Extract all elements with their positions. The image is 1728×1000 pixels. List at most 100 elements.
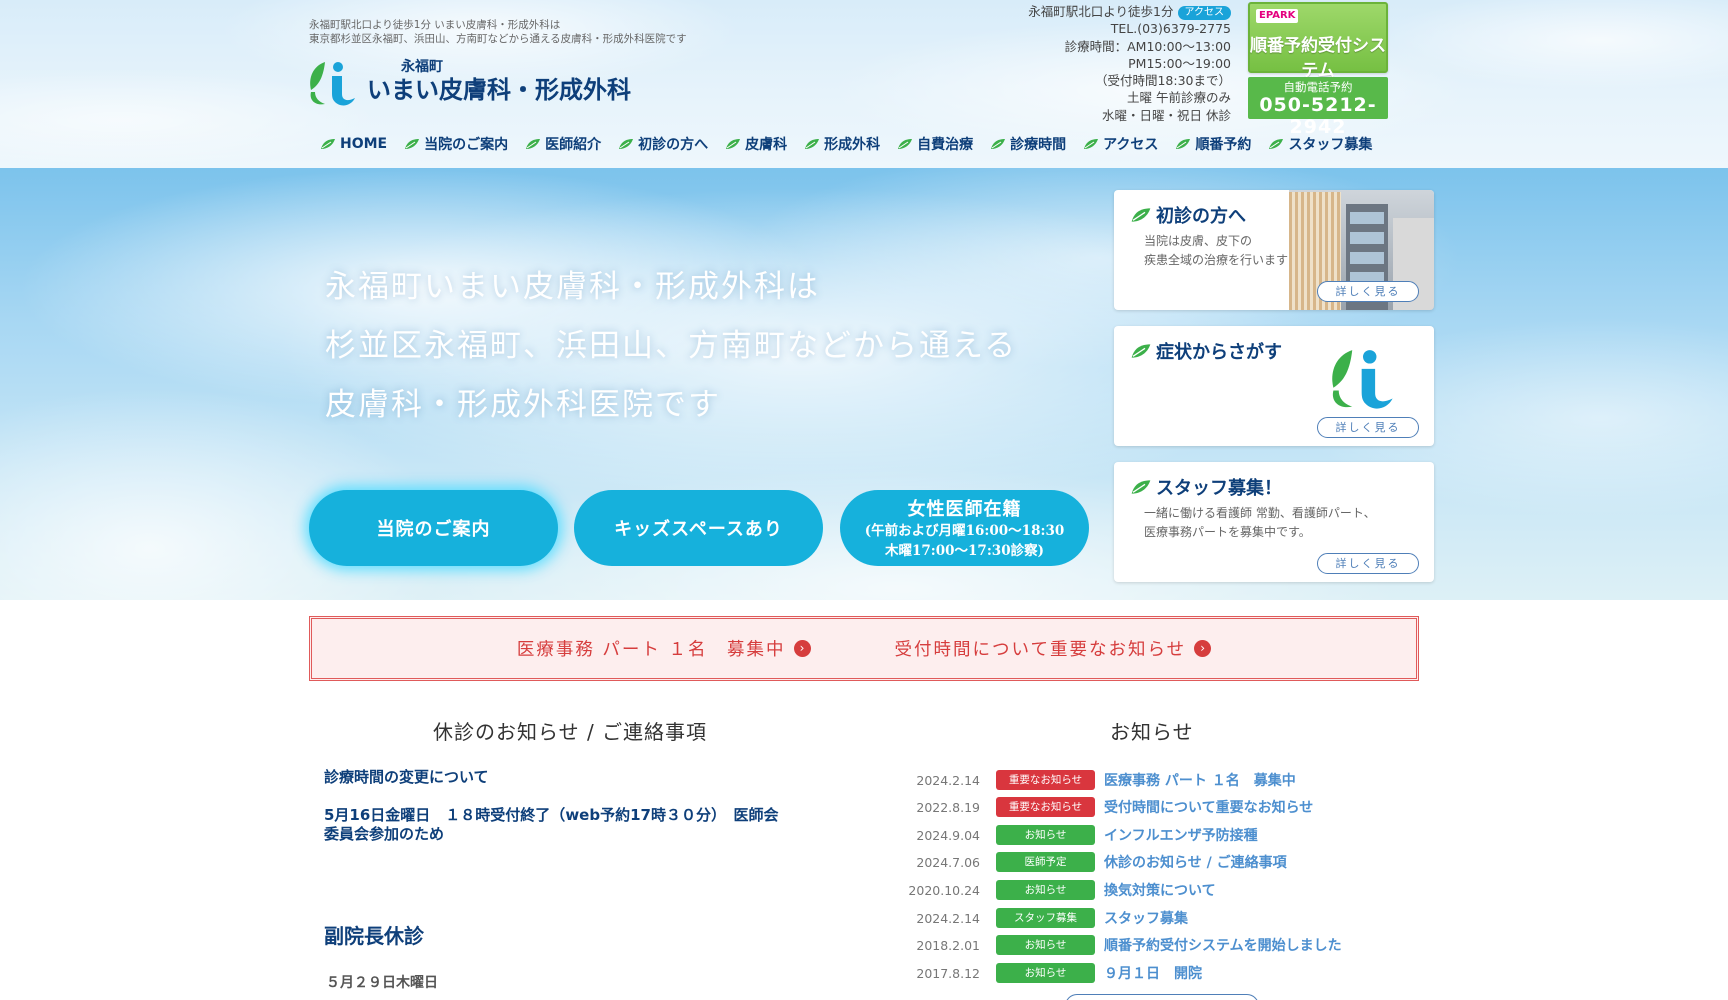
nav-label: 初診の方へ [638,137,709,153]
nav-label: 形成外科 [824,137,881,153]
first-visit-card-text: 当院は皮膚、皮下の 疾患全域の治療を行います [1144,232,1288,270]
female-doctor-schedule-2: 木曜17:00～17:30診察) [884,543,1044,559]
first-visit-card[interactable]: 初診の方へ 当院は皮膚、皮下の 疾患全域の治療を行います 詳しく見る [1114,190,1434,310]
important-notice-banner: 医療事務 パート １名 募集中 › 受付時間について重要なお知らせ › [309,616,1419,681]
nav-label: スタッフ募集 [1288,137,1373,153]
kids-space-button[interactable]: キッズスペースあり [574,490,823,566]
news-date: 2024.7.06 [916,854,980,870]
news-item[interactable]: 2022.8.19 重要なお知らせ 受付時間について重要なお知らせ [906,796,1313,818]
phone-label: 自動電話予約 [1283,80,1353,94]
news-title[interactable]: 順番予約受付システムを開始しました [1104,935,1342,955]
symptom-more-button[interactable]: 詳しく見る [1317,417,1419,438]
news-title[interactable]: インフルエンザ予防接種 [1104,825,1258,845]
nav-about[interactable]: 当院のご案内 [404,134,508,154]
nav-label: アクセス [1103,137,1159,153]
symptom-card-title: 症状からさがす [1130,338,1282,364]
news-title[interactable]: 医療事務 パート １名 募集中 [1104,770,1296,790]
access-badge[interactable]: アクセス [1177,6,1231,20]
notice-link-reception[interactable]: 受付時間について重要なお知らせ › [895,636,1212,661]
leaf-icon [726,139,741,149]
news-badge: お知らせ [996,963,1095,983]
news-item[interactable]: 2018.2.01 お知らせ 順番予約受付システムを開始しました [906,934,1342,956]
leaf-icon [898,139,913,149]
nav-access[interactable]: アクセス [1083,134,1158,154]
closure-date: ５月２９日木曜日 [326,975,438,991]
card-text-line-1: 当院は皮膚、皮下の [1144,234,1253,248]
nav-self-pay[interactable]: 自費治療 [897,134,973,154]
nav-reservation[interactable]: 順番予約 [1175,134,1251,154]
staff-more-button[interactable]: 詳しく見る [1317,553,1419,574]
nav-hours[interactable]: 診療時間 [990,134,1066,154]
leaf-icon [1131,480,1151,494]
symptom-search-card[interactable]: 症状からさがす 詳しく見る [1114,326,1434,446]
info-station: 永福町駅北口より徒歩1分 [1028,4,1174,19]
about-clinic-label: 当院のご案内 [376,519,491,540]
news-more-button[interactable] [1065,994,1259,1000]
hero-copy-line-2: 杉並区永福町、浜田山、方南町などから通える [325,328,1018,364]
card-title-text: スタッフ募集！ [1156,478,1282,499]
news-item[interactable]: 2024.7.06 医師予定 休診のお知らせ / ご連絡事項 [906,851,1287,873]
leaf-icon [1176,139,1191,149]
female-doctor-label: 女性医師在籍 [907,499,1022,520]
news-badge: お知らせ [996,825,1095,845]
news-title[interactable]: 休診のお知らせ / ご連絡事項 [1104,852,1287,872]
nav-label: HOME [340,136,388,152]
staff-card-title: スタッフ募集！ [1130,474,1282,500]
news-item[interactable]: 2024.9.04 お知らせ インフルエンザ予防接種 [906,824,1258,846]
news-badge: 重要なお知らせ [996,770,1095,790]
news-item[interactable]: 2024.2.14 重要なお知らせ 医療事務 パート １名 募集中 [906,769,1296,791]
nav-home[interactable]: HOME [320,134,387,154]
nav-first-visit[interactable]: 初診の方へ [618,134,708,154]
news-date: 2017.8.12 [916,965,980,981]
news-title[interactable]: ９月１日 開院 [1104,963,1202,983]
staff-recruit-card[interactable]: スタッフ募集！ 一緒に働ける看護師 常勤、看護師パート、 医療事務パートを募集中… [1114,462,1434,582]
nav-dermatology[interactable]: 皮膚科 [725,134,787,154]
card-text-line-2: 疾患全域の治療を行います [1144,253,1289,267]
female-doctor-schedule-1: (午前および月曜16:00～18:30 [864,523,1065,539]
news-title[interactable]: 換気対策について [1104,880,1216,900]
first-visit-more-button[interactable]: 詳しく見る [1317,281,1419,302]
site-logo[interactable]: 永福町 いまい皮膚科・形成外科 [305,56,631,108]
leaf-icon [1131,208,1151,222]
news-item[interactable]: 2024.2.14 スタッフ募集 スタッフ募集 [906,907,1188,929]
nav-plastic-surgery[interactable]: 形成外科 [804,134,880,154]
notice-link-recruit[interactable]: 医療事務 パート １名 募集中 › [517,636,811,661]
phone-reservation[interactable]: 自動電話予約 050-5212-2942 [1248,77,1388,138]
news-title[interactable]: 受付時間について重要なお知らせ [1104,797,1313,817]
closure-section-title: 休診のお知らせ / ご連絡事項 [433,720,708,744]
logo-mark [1332,350,1393,409]
kids-space-label: キッズスペースあり [614,519,783,540]
news-badge: お知らせ [996,880,1095,900]
info-tel[interactable]: TEL.(03)6379-2775 [1028,20,1231,37]
staff-card-text: 一緒に働ける看護師 常勤、看護師パート、 医療事務パートを募集中です。 [1144,504,1376,542]
nav-doctors[interactable]: 医師紹介 [525,134,601,154]
hero-copy: 永福町いまい皮膚科・形成外科は 杉並区永福町、浜田山、方南町などから通える 皮膚… [325,258,1017,435]
nav-label: 当院のご案内 [424,137,509,153]
news-date: 2024.9.04 [916,827,980,843]
card-text-line-1: 一緒に働ける看護師 常勤、看護師パート、 [1144,506,1376,520]
reservation-button[interactable]: EPARK 順番予約受付システム [1248,2,1388,81]
nav-label: 医師紹介 [545,137,602,153]
leaf-icon [991,139,1006,149]
news-item[interactable]: 2017.8.12 お知らせ ９月１日 開院 [906,962,1202,984]
news-badge: お知らせ [996,935,1095,955]
news-badge: スタッフ募集 [996,908,1095,928]
closure-item-line-1: 5月16日金曜日 １８時受付終了（web予約17時３０分） 医師会 [324,806,779,824]
news-date: 2018.2.01 [916,937,980,953]
info-saturday: 土曜 午前診療のみ [1127,90,1231,106]
nav-label: 自費治療 [917,137,974,153]
news-item[interactable]: 2020.10.24 お知らせ 換気対策について [906,879,1216,901]
nav-recruit[interactable]: スタッフ募集 [1268,134,1372,154]
clinic-info: 永福町駅北口より徒歩1分 アクセス TEL.(03)6379-2775 診療時間：… [1028,3,1231,124]
news-title[interactable]: スタッフ募集 [1104,908,1188,928]
closure-item-hours-change[interactable]: 診療時間の変更について [324,768,489,787]
female-doctor-button[interactable]: 女性医師在籍 (午前および月曜16:00～18:30 木曜17:00～17:30… [840,490,1089,566]
news-badge: 医師予定 [996,852,1095,872]
nav-label: 診療時間 [1010,137,1067,153]
info-hours-pm: PM15:00～19:00 [1128,55,1231,71]
logo-subtitle: 永福町 [401,59,443,75]
about-clinic-button[interactable]: 当院のご案内 [309,490,558,566]
closure-vice-director: 副院長休診 [324,924,424,948]
card-text-line-2: 医療事務パートを募集中です。 [1144,525,1311,539]
leaf-icon [526,139,541,149]
